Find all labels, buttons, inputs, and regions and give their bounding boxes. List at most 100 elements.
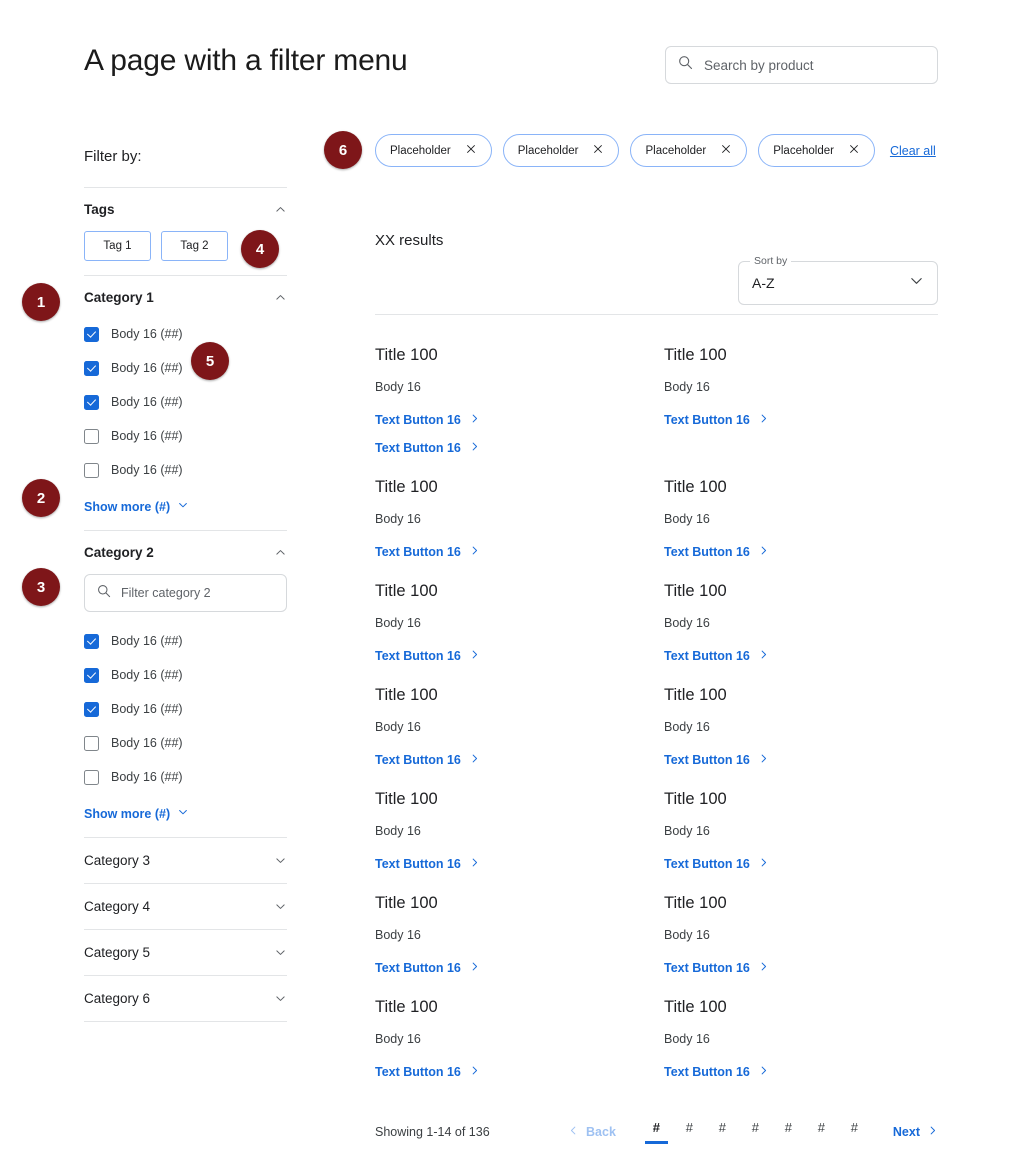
- checkbox-option[interactable]: Body 16 (##): [84, 658, 287, 692]
- close-icon[interactable]: [848, 143, 860, 158]
- pagination-page[interactable]: #: [743, 1120, 768, 1144]
- card-text-button[interactable]: Text Button 16: [664, 1065, 938, 1079]
- close-icon[interactable]: [592, 143, 604, 158]
- chevron-right-icon: [758, 545, 769, 559]
- card-body: Body 16: [375, 928, 421, 942]
- show-more-label: Show more (#): [84, 806, 171, 821]
- checkbox-option[interactable]: Body 16 (##): [84, 385, 287, 419]
- pagination-page[interactable]: #: [677, 1120, 702, 1144]
- filter-chip[interactable]: Placeholder: [375, 134, 492, 167]
- pagination-page[interactable]: #: [776, 1120, 801, 1144]
- chevron-right-icon: [469, 649, 480, 663]
- result-card: Title 100 Body 16 Text Button 16: [375, 686, 664, 790]
- tag-button[interactable]: Tag 1: [84, 231, 151, 261]
- card-body: Body 16: [664, 824, 710, 838]
- filter-chip-label: Placeholder: [645, 144, 707, 157]
- facet-category-2-header[interactable]: Category 2: [84, 531, 287, 570]
- checkbox-label: Body 16 (##): [111, 702, 183, 716]
- search-input[interactable]: [704, 57, 925, 73]
- card-text-button[interactable]: Text Button 16: [664, 961, 938, 975]
- checkbox-option[interactable]: Body 16 (##): [84, 317, 287, 351]
- checkbox-unchecked-icon[interactable]: [84, 428, 99, 444]
- checkbox-checked-icon[interactable]: [84, 701, 99, 717]
- card-text-button[interactable]: Text Button 16: [664, 753, 938, 767]
- card-title: Title 100: [664, 346, 727, 364]
- card-text-button[interactable]: Text Button 16: [375, 649, 664, 663]
- checkbox-label: Body 16 (##): [111, 668, 183, 682]
- checkbox-unchecked-icon[interactable]: [84, 462, 99, 478]
- sort-by-select[interactable]: Sort by A-Z: [738, 255, 938, 305]
- annotation-badge-1: 1: [22, 283, 60, 321]
- card-text-button[interactable]: Text Button 16: [664, 857, 938, 871]
- facet-category-3-header[interactable]: Category 3: [84, 838, 287, 883]
- card-text-button[interactable]: Text Button 16: [375, 857, 664, 871]
- checkbox-option[interactable]: Body 16 (##): [84, 760, 287, 794]
- page-root: A page with a filter menu 1 2 3 4 5 6 Fi…: [0, 0, 1024, 1176]
- annotation-badge-5: 5: [191, 342, 229, 380]
- chevron-up-icon: [274, 291, 287, 304]
- category-2-filter-input[interactable]: [121, 586, 274, 600]
- facet-tags-header[interactable]: Tags: [84, 188, 287, 227]
- close-icon[interactable]: [465, 143, 477, 158]
- result-card: Title 100 Body 16 Text Button 16: [375, 894, 664, 998]
- checkbox-unchecked-icon[interactable]: [84, 769, 99, 785]
- category-1-option-list: Body 16 (##) Body 16 (##) Body 16 (##) B…: [84, 315, 287, 491]
- facet-category-6-header[interactable]: Category 6: [84, 976, 287, 1021]
- checkbox-checked-icon[interactable]: [84, 326, 99, 342]
- checkbox-checked-icon[interactable]: [84, 394, 99, 410]
- filter-chip[interactable]: Placeholder: [630, 134, 748, 167]
- category-2-show-more[interactable]: Show more (#): [84, 798, 287, 837]
- tag-button[interactable]: Tag 2: [161, 231, 228, 261]
- checkbox-unchecked-icon[interactable]: [84, 735, 99, 751]
- card-text-button[interactable]: Text Button 16: [375, 1065, 664, 1079]
- checkbox-option[interactable]: Body 16 (##): [84, 453, 287, 487]
- card-text-button[interactable]: Text Button 16: [375, 441, 664, 455]
- clear-all-link[interactable]: Clear all: [890, 144, 936, 158]
- pagination-back-label: Back: [586, 1125, 616, 1139]
- pagination-page[interactable]: #: [644, 1120, 669, 1144]
- filter-chip[interactable]: Placeholder: [502, 134, 620, 167]
- checkbox-option[interactable]: Body 16 (##): [84, 624, 287, 658]
- card-text-button[interactable]: Text Button 16: [664, 413, 938, 427]
- card-text-button[interactable]: Text Button 16: [664, 649, 938, 663]
- card-text-button[interactable]: Text Button 16: [375, 413, 664, 427]
- filter-chip[interactable]: Placeholder: [758, 134, 875, 167]
- checkbox-checked-icon[interactable]: [84, 633, 99, 649]
- chevron-right-icon: [469, 753, 480, 767]
- facet-category-4-header[interactable]: Category 4: [84, 884, 287, 929]
- pagination-back-button[interactable]: Back: [568, 1125, 616, 1139]
- checkbox-checked-icon[interactable]: [84, 360, 99, 376]
- checkbox-option[interactable]: Body 16 (##): [84, 351, 287, 385]
- pagination-page[interactable]: #: [809, 1120, 834, 1144]
- card-title: Title 100: [375, 478, 438, 496]
- card-text-button-label: Text Button 16: [375, 441, 461, 455]
- checkbox-option[interactable]: Body 16 (##): [84, 419, 287, 453]
- chevron-right-icon: [758, 753, 769, 767]
- card-text-button[interactable]: Text Button 16: [664, 545, 938, 559]
- card-text-button[interactable]: Text Button 16: [375, 545, 664, 559]
- card-title: Title 100: [664, 894, 727, 912]
- results-grid: Title 100 Body 16 Text Button 16 Text Bu…: [375, 346, 938, 1102]
- checkbox-option[interactable]: Body 16 (##): [84, 692, 287, 726]
- facet-category-5-header[interactable]: Category 5: [84, 930, 287, 975]
- product-search-box[interactable]: [665, 46, 938, 84]
- facet-category-1-header[interactable]: Category 1: [84, 276, 287, 315]
- card-title: Title 100: [375, 790, 438, 808]
- checkbox-option[interactable]: Body 16 (##): [84, 726, 287, 760]
- card-title: Title 100: [375, 346, 438, 364]
- pagination-page[interactable]: #: [842, 1120, 867, 1144]
- pagination-controls: Back # # # # # # # Next: [568, 1112, 938, 1152]
- card-text-button[interactable]: Text Button 16: [375, 961, 664, 975]
- category-1-show-more[interactable]: Show more (#): [84, 491, 287, 530]
- annotation-badge-2: 2: [22, 479, 60, 517]
- card-text-button[interactable]: Text Button 16: [375, 753, 664, 767]
- pagination-next-button[interactable]: Next: [893, 1125, 938, 1139]
- card-body: Body 16: [375, 1032, 421, 1046]
- category-2-filter-box[interactable]: [84, 574, 287, 612]
- card-text-button-label: Text Button 16: [664, 753, 750, 767]
- card-title: Title 100: [375, 582, 438, 600]
- close-icon[interactable]: [720, 143, 732, 158]
- checkbox-checked-icon[interactable]: [84, 667, 99, 683]
- chevron-down-icon: [177, 806, 189, 821]
- pagination-page[interactable]: #: [710, 1120, 735, 1144]
